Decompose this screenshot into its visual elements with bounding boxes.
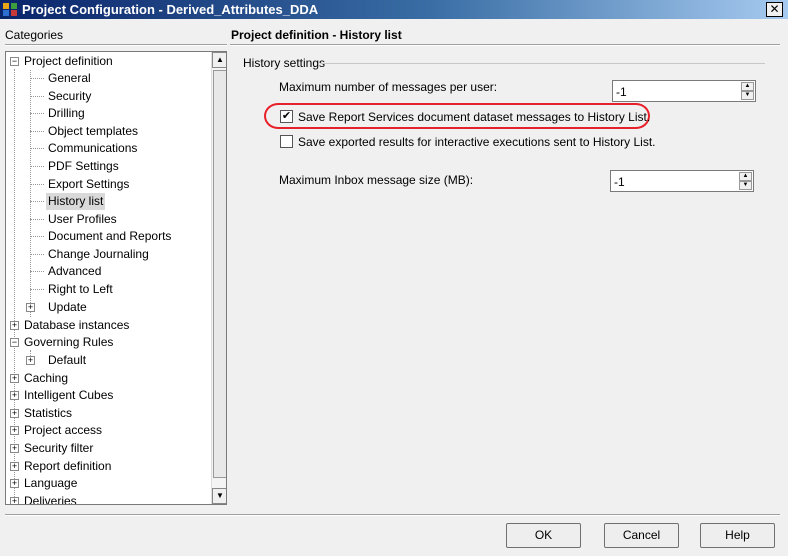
- expand-icon[interactable]: +: [10, 479, 19, 488]
- expand-icon[interactable]: +: [10, 321, 19, 330]
- categories-tree[interactable]: − Project definition General Security Dr…: [5, 51, 227, 505]
- close-icon: ✕: [769, 2, 780, 16]
- footer-separator: [5, 514, 780, 516]
- spin-down-icon[interactable]: ▼: [739, 181, 752, 190]
- arrow-up-icon: ▲: [216, 55, 224, 64]
- title-separator: [230, 44, 780, 46]
- max-inbox-value[interactable]: -1: [614, 174, 625, 190]
- scroll-down-button[interactable]: ▼: [212, 488, 226, 504]
- expand-icon[interactable]: +: [10, 374, 19, 383]
- tree-line: [30, 70, 31, 317]
- expand-icon[interactable]: +: [10, 409, 19, 418]
- spin-up-icon[interactable]: ▲: [739, 172, 752, 181]
- expand-icon[interactable]: +: [10, 497, 19, 504]
- page-title: Project definition - History list: [231, 28, 402, 42]
- expand-icon[interactable]: +: [10, 462, 19, 471]
- title-bar: Project Configuration - Derived_Attribut…: [0, 0, 788, 19]
- expand-icon[interactable]: +: [26, 303, 35, 312]
- arrow-down-icon: ▼: [216, 491, 224, 500]
- ok-button[interactable]: OK: [506, 523, 581, 548]
- scroll-up-button[interactable]: ▲: [212, 52, 226, 68]
- history-settings-group-label: History settings: [243, 56, 326, 70]
- help-button[interactable]: Help: [700, 523, 775, 548]
- save-exported-checkbox[interactable]: [280, 135, 293, 148]
- collapse-icon[interactable]: −: [10, 57, 19, 66]
- collapse-icon[interactable]: −: [10, 338, 19, 347]
- spin-up-icon[interactable]: ▲: [741, 82, 754, 91]
- save-dataset-label: Save Report Services document dataset me…: [298, 110, 651, 124]
- max-messages-spinner[interactable]: -1 ▲ ▼: [612, 80, 756, 102]
- group-divider: [320, 63, 765, 64]
- tree-line: [14, 69, 15, 501]
- categories-label: Categories: [5, 28, 64, 42]
- max-messages-label: Maximum number of messages per user:: [279, 80, 498, 94]
- categories-separator: [5, 44, 227, 46]
- max-messages-value[interactable]: -1: [616, 84, 627, 100]
- tree-scrollbar[interactable]: ▲ ▼: [211, 52, 226, 504]
- max-inbox-label: Maximum Inbox message size (MB):: [279, 173, 474, 187]
- save-dataset-checkbox[interactable]: ✔: [280, 110, 293, 123]
- expand-icon[interactable]: +: [10, 391, 19, 400]
- expand-icon[interactable]: +: [26, 356, 35, 365]
- scroll-thumb[interactable]: [213, 70, 226, 478]
- tree-content: − Project definition General Security Dr…: [10, 54, 172, 504]
- spin-down-icon[interactable]: ▼: [741, 91, 754, 100]
- save-exported-label: Save exported results for interactive ex…: [298, 135, 656, 149]
- expand-icon[interactable]: +: [10, 444, 19, 453]
- expand-icon[interactable]: +: [10, 426, 19, 435]
- close-button[interactable]: ✕: [766, 2, 783, 17]
- cancel-button[interactable]: Cancel: [604, 523, 679, 548]
- window-title: Project Configuration - Derived_Attribut…: [22, 2, 319, 17]
- project-config-icon: [3, 3, 17, 16]
- max-inbox-spinner[interactable]: -1 ▲ ▼: [610, 170, 754, 192]
